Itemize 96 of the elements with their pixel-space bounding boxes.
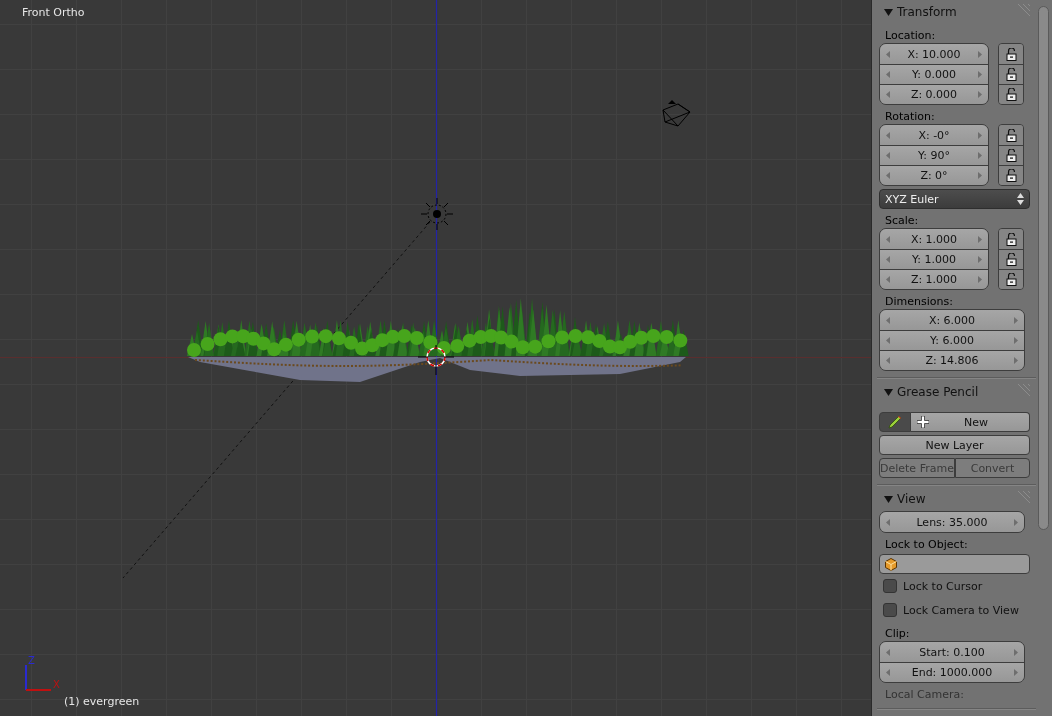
up-down-arrows-icon: [1017, 193, 1024, 205]
number-field[interactable]: End: 1000.000: [880, 662, 1024, 682]
object-field[interactable]: [879, 554, 1030, 574]
increment-arrow-icon: [1014, 669, 1018, 676]
axis-label: X: [53, 679, 60, 690]
lock-toggle[interactable]: [999, 125, 1023, 145]
panel-header[interactable]: Grease Pencil: [879, 380, 1030, 404]
field-label: Local Camera:: [884, 687, 965, 702]
increment-arrow-icon: [1014, 648, 1018, 656]
decrement-arrow-icon: [886, 518, 890, 526]
increment-arrow-icon: [978, 91, 982, 98]
axis-label: Z: [28, 655, 35, 666]
increment-arrow-icon: [1014, 316, 1018, 324]
increment-arrow-icon: [1014, 357, 1018, 364]
decrement-arrow-icon: [886, 337, 890, 344]
number-field[interactable]: Z: 0.000: [880, 84, 988, 104]
decrement-arrow-icon: [886, 91, 890, 98]
number-field[interactable]: Y: 90°: [880, 145, 988, 165]
pencil-icon: [888, 415, 902, 429]
active-object-label: (1) evergreen: [64, 695, 140, 708]
decrement-arrow-icon: [886, 152, 890, 159]
increment-arrow-icon: [1014, 337, 1018, 344]
decrement-arrow-icon: [886, 276, 890, 283]
lock-toggle[interactable]: [999, 269, 1023, 289]
increment-arrow-icon: [978, 50, 982, 58]
decrement-arrow-icon: [886, 131, 890, 139]
field-label: Dimensions:: [884, 294, 954, 309]
decrement-arrow-icon: [886, 172, 890, 179]
increment-arrow-icon: [978, 256, 982, 263]
field-label: Rotation:: [884, 109, 936, 124]
lock-toggle[interactable]: [999, 84, 1023, 104]
3d-viewport[interactable]: Front Ortho Z X (1) evergreen: [0, 0, 872, 716]
number-field[interactable]: Start: 0.100: [880, 642, 1024, 662]
number-field[interactable]: X: -0°: [880, 125, 988, 145]
new-button[interactable]: New: [911, 412, 1030, 432]
increment-arrow-icon: [978, 276, 982, 283]
panel-header[interactable]: View: [879, 487, 1030, 511]
number-field[interactable]: X: 6.000: [880, 310, 1024, 330]
increment-arrow-icon: [978, 235, 982, 243]
plus-icon: [917, 416, 929, 428]
checkbox-option[interactable]: Lock Camera to View: [879, 598, 1030, 622]
decrement-arrow-icon: [886, 316, 890, 324]
decrement-arrow-icon: [886, 50, 890, 58]
number-field[interactable]: Lens: 35.000: [880, 512, 1024, 532]
decrement-arrow-icon: [886, 71, 890, 78]
open-padlock-icon: [1005, 232, 1017, 246]
decrement-arrow-icon: [886, 235, 890, 243]
decrement-arrow-icon: [886, 256, 890, 263]
open-padlock-icon: [1005, 128, 1017, 142]
increment-arrow-icon: [1014, 518, 1018, 526]
checkbox-option[interactable]: Lock to Cursor: [879, 574, 1030, 598]
field-label: Scale:: [884, 213, 920, 228]
decrement-arrow-icon: [886, 357, 890, 364]
number-field[interactable]: X: 1.000: [880, 229, 988, 249]
cube-icon: [885, 557, 897, 571]
number-field[interactable]: Y: 1.000: [880, 249, 988, 269]
field-label: Lock to Object:: [884, 537, 969, 552]
open-padlock-icon: [1005, 273, 1017, 286]
panel-button[interactable]: New Layer: [879, 435, 1030, 455]
number-field[interactable]: Y: 6.000: [880, 330, 1024, 350]
view-name: Front Ortho: [22, 6, 85, 19]
number-field[interactable]: Y: 0.000: [880, 64, 988, 84]
draw-pencil-button[interactable]: [879, 412, 911, 432]
cursor-crosshair-drawing: [417, 344, 455, 376]
increment-arrow-icon: [978, 172, 982, 179]
open-padlock-icon: [1005, 149, 1017, 162]
increment-arrow-icon: [978, 131, 982, 139]
lock-toggle[interactable]: [999, 229, 1023, 249]
lock-toggle[interactable]: [999, 145, 1023, 165]
number-field[interactable]: Z: 14.806: [880, 350, 1024, 370]
increment-arrow-icon: [978, 152, 982, 159]
rotation-mode-dropdown[interactable]: XYZ Euler: [879, 189, 1030, 209]
lock-toggle[interactable]: [999, 165, 1023, 185]
lock-toggle[interactable]: [999, 44, 1023, 64]
lock-toggle[interactable]: [999, 64, 1023, 84]
checkbox[interactable]: [883, 603, 897, 617]
number-field[interactable]: X: 10.000: [880, 44, 988, 64]
number-field[interactable]: Z: 0°: [880, 165, 988, 185]
panel-header[interactable]: Transform: [879, 0, 1030, 24]
open-padlock-icon: [1005, 68, 1017, 81]
lock-toggle[interactable]: [999, 249, 1023, 269]
open-padlock-icon: [1005, 47, 1017, 61]
decrement-arrow-icon: [886, 669, 890, 676]
camera-drawing: [662, 100, 691, 127]
scrollbar-thumb[interactable]: [1038, 6, 1049, 530]
number-field[interactable]: Z: 1.000: [880, 269, 988, 289]
open-padlock-icon: [1005, 88, 1017, 101]
increment-arrow-icon: [978, 71, 982, 78]
checkbox[interactable]: [883, 579, 897, 593]
open-padlock-icon: [1005, 169, 1017, 182]
field-label: Location:: [884, 28, 937, 43]
axis-gizmo-icon: [25, 664, 52, 691]
lamp-drawing: [420, 197, 454, 231]
field-label: Clip:: [884, 626, 911, 641]
open-padlock-icon: [1005, 253, 1017, 266]
decrement-arrow-icon: [886, 648, 890, 656]
